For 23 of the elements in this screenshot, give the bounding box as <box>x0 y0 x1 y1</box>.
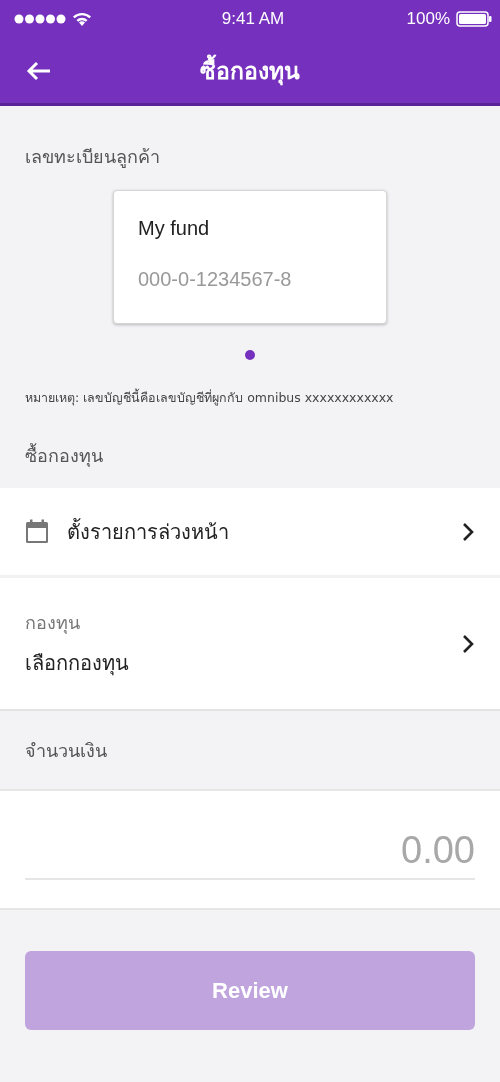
status-time: 9:41 AM <box>221 9 285 29</box>
field-caption: กองทุน <box>25 611 81 636</box>
section-label: เลขทะเบียนลูกค้า <box>24 145 161 170</box>
schedule-row[interactable]: ตั้งรายการล่วงหน้า <box>0 488 500 578</box>
section-label: จำนวนเงิน <box>24 738 108 763</box>
amount-field[interactable]: 0.00 <box>25 821 475 880</box>
row-label: ตั้งรายการล่วงหน้า <box>67 517 230 546</box>
battery-icon <box>456 11 492 27</box>
account-card[interactable]: My fund 000-0-1234567-8 <box>113 190 387 324</box>
calendar-icon <box>25 519 49 544</box>
section-label: ซื้อกองทุน <box>24 442 104 469</box>
account-number: 000-0-1234567-8 <box>138 268 293 291</box>
fund-name: My fund <box>138 217 211 240</box>
fund-select-row[interactable]: กองทุน เลือกกองทุน <box>0 578 500 711</box>
battery-percent: 100% <box>406 9 450 29</box>
chevron-right-icon <box>461 632 475 655</box>
field-value: เลือกกองทุน <box>25 650 130 678</box>
screen-title: ซื้อกองทุน <box>56 52 444 89</box>
account-note: หมายเหตุ: เลขบัญชีนี้คือเลขบัญชีที่ผูกกับ omnibus xxxxxxxxxxxx <box>24 388 395 408</box>
wifi-icon <box>72 11 92 27</box>
signal-icon <box>14 14 66 24</box>
chevron-right-icon <box>461 520 475 543</box>
amount-input-panel[interactable]: 0.00 <box>0 789 500 910</box>
